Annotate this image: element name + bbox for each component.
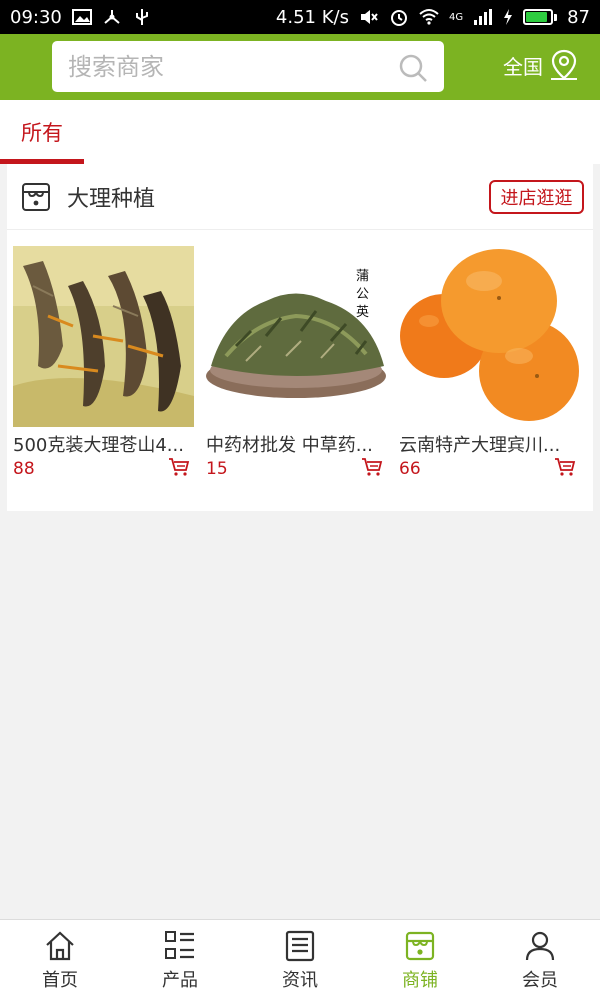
- product-image[interactable]: [13, 246, 194, 427]
- region-selector[interactable]: 全国: [503, 49, 579, 81]
- nav-item-home[interactable]: 首页: [0, 920, 120, 1000]
- battery-percent: 87: [567, 6, 590, 28]
- nav-item-products[interactable]: 产品: [120, 920, 240, 1000]
- shop-card: 大理种植 进店逛逛 500克装大理苍山4... 88 蒲公英 中药材批发 中草药…: [7, 164, 593, 511]
- nav-item-stores[interactable]: 商铺: [360, 920, 480, 1000]
- app-header: 全国: [0, 34, 600, 100]
- cart-icon[interactable]: [361, 457, 383, 477]
- charging-icon: [504, 9, 513, 25]
- product-title[interactable]: 中药材批发 中草药...: [206, 431, 382, 457]
- usb-connection-icon: [104, 10, 120, 24]
- tab-all-label: 所有: [21, 121, 63, 145]
- nav-label: 商铺: [402, 970, 438, 991]
- product-title[interactable]: 云南特产大理宾川...: [399, 431, 575, 457]
- product-image-caption: 蒲公英: [356, 269, 370, 320]
- status-time: 09:30: [10, 6, 62, 28]
- store-icon: [405, 931, 435, 961]
- product-item[interactable]: 500克装大理苍山4... 88: [7, 246, 200, 479]
- search-box[interactable]: [52, 41, 444, 92]
- status-bar: 09:30 4.51 K/s 4G 87: [0, 0, 600, 34]
- usb-icon: [135, 9, 148, 25]
- mute-icon: [360, 10, 378, 24]
- product-title[interactable]: 500克装大理苍山4...: [13, 431, 189, 457]
- user-icon: [525, 931, 555, 961]
- nav-item-news[interactable]: 资讯: [240, 920, 360, 1000]
- category-tabs: 所有: [0, 100, 600, 164]
- cart-icon[interactable]: [554, 457, 576, 477]
- location-pin-icon: [551, 49, 577, 80]
- nav-item-member[interactable]: 会员: [480, 920, 600, 1000]
- network-speed: 4.51 K/s: [275, 6, 349, 28]
- cart-icon[interactable]: [168, 457, 190, 477]
- region-label: 全国: [503, 54, 543, 79]
- product-image[interactable]: 蒲公英: [206, 246, 387, 427]
- news-icon: [285, 930, 315, 962]
- alarm-icon: [390, 10, 407, 26]
- search-input[interactable]: [68, 52, 368, 81]
- network-type: 4G: [448, 11, 464, 23]
- nav-label: 首页: [42, 970, 78, 991]
- nav-label: 产品: [162, 970, 198, 991]
- battery-icon: [523, 9, 558, 25]
- product-item[interactable]: 云南特产大理宾川... 66: [393, 246, 586, 479]
- wifi-icon: [419, 9, 439, 25]
- nav-label: 资讯: [282, 970, 318, 991]
- grid-list-icon: [165, 931, 194, 959]
- nav-label: 会员: [522, 970, 558, 991]
- product-list: 500克装大理苍山4... 88 蒲公英 中药材批发 中草药... 15 云南特…: [7, 246, 593, 479]
- visit-store-button[interactable]: 进店逛逛: [489, 180, 584, 214]
- search-icon[interactable]: [398, 53, 428, 83]
- product-image[interactable]: [399, 246, 580, 427]
- store-icon: [22, 182, 50, 211]
- product-item[interactable]: 蒲公英 中药材批发 中草药... 15: [200, 246, 393, 479]
- home-icon: [46, 931, 74, 961]
- signal-icon: [474, 9, 493, 25]
- bottom-nav: 首页 产品 资讯 商铺 会员: [0, 919, 600, 1000]
- shop-name[interactable]: 大理种植: [67, 181, 155, 213]
- photo-notification-icon: [71, 9, 92, 25]
- tab-all[interactable]: 所有: [0, 100, 84, 164]
